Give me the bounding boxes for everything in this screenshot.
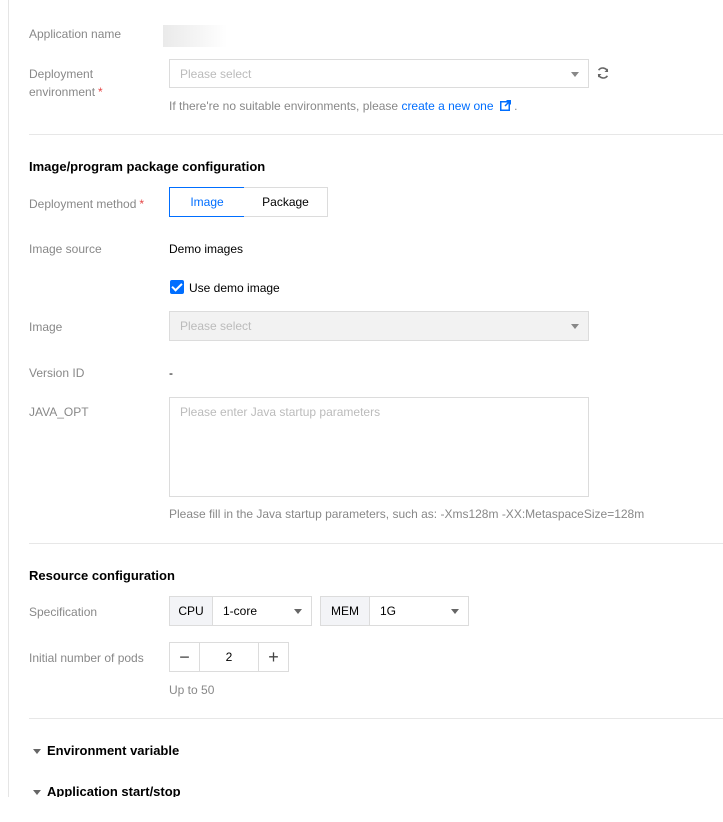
pods-input[interactable]: 2 xyxy=(199,642,259,672)
pods-increment-button[interactable]: + xyxy=(258,642,289,672)
deploy-method-label: Deployment method * xyxy=(29,195,144,213)
image-select-placeholder: Please select xyxy=(180,319,252,333)
cpu-select[interactable]: 1-core xyxy=(212,596,312,626)
triangle-down-icon xyxy=(33,790,41,796)
version-id-label: Version ID xyxy=(29,366,85,380)
method-image-button[interactable]: Image xyxy=(169,187,245,217)
deploy-env-hint-suffix: . xyxy=(510,99,518,113)
mem-select[interactable]: 1G xyxy=(369,596,469,626)
image-label: Image xyxy=(29,320,63,334)
method-package-button[interactable]: Package xyxy=(244,187,328,217)
chevron-down-icon xyxy=(571,71,579,77)
deploy-env-label-line1: Deployment xyxy=(29,67,94,81)
triangle-down-icon xyxy=(33,749,41,755)
pods-hint: Up to 50 xyxy=(169,683,215,697)
external-link-icon[interactable] xyxy=(499,99,512,114)
mem-addon: MEM xyxy=(320,596,370,626)
deploy-env-label: Deployment environment * xyxy=(29,65,103,101)
divider xyxy=(29,543,723,544)
required-mark: * xyxy=(98,85,103,99)
image-source-value: Demo images xyxy=(169,242,244,256)
cpu-select-value: 1-core xyxy=(223,604,258,618)
divider xyxy=(29,718,723,719)
create-env-link[interactable]: create a new one xyxy=(401,99,493,113)
specification-label: Specification xyxy=(29,605,98,619)
pods-decrement-button[interactable]: − xyxy=(169,642,200,672)
deploy-env-hint: If there're no suitable environments, pl… xyxy=(169,99,518,114)
image-config-title: Image/program package configuration xyxy=(29,159,266,174)
mem-select-value: 1G xyxy=(380,604,397,618)
page-bottom-edge xyxy=(0,797,723,822)
deploy-env-label-line2: environment xyxy=(29,85,96,99)
image-source-label: Image source xyxy=(29,242,102,256)
use-demo-label[interactable]: Use demo image xyxy=(189,279,280,297)
java-opt-hint: Please fill in the Java startup paramete… xyxy=(169,507,645,521)
app-name-value-blurred xyxy=(163,25,227,47)
java-opt-label: JAVA_OPT xyxy=(29,405,89,419)
app-name-label: Application name xyxy=(29,27,122,41)
divider xyxy=(29,134,723,135)
deploy-env-select[interactable]: Please select xyxy=(169,59,589,88)
resource-config-title: Resource configuration xyxy=(29,568,175,583)
chevron-down-icon xyxy=(451,609,459,614)
refresh-icon[interactable] xyxy=(595,65,611,81)
image-select[interactable]: Please select xyxy=(169,311,589,341)
chevron-down-icon xyxy=(294,609,302,614)
cpu-addon: CPU xyxy=(169,596,213,626)
pods-value: 2 xyxy=(225,650,233,664)
env-variable-title: Environment variable xyxy=(47,743,180,758)
required-mark: * xyxy=(139,197,145,211)
use-demo-checkbox[interactable] xyxy=(170,280,184,294)
chevron-down-icon xyxy=(571,324,579,329)
version-id-value: - xyxy=(169,366,173,380)
env-variable-toggle[interactable]: Environment variable xyxy=(33,743,179,758)
deploy-method-label-text: Deployment method xyxy=(29,197,137,211)
java-opt-textarea[interactable] xyxy=(169,397,589,497)
deploy-env-hint-text: If there're no suitable environments, pl… xyxy=(169,99,402,113)
pods-label: Initial number of pods xyxy=(29,651,144,665)
left-border xyxy=(0,0,9,797)
deploy-env-placeholder: Please select xyxy=(180,66,252,81)
